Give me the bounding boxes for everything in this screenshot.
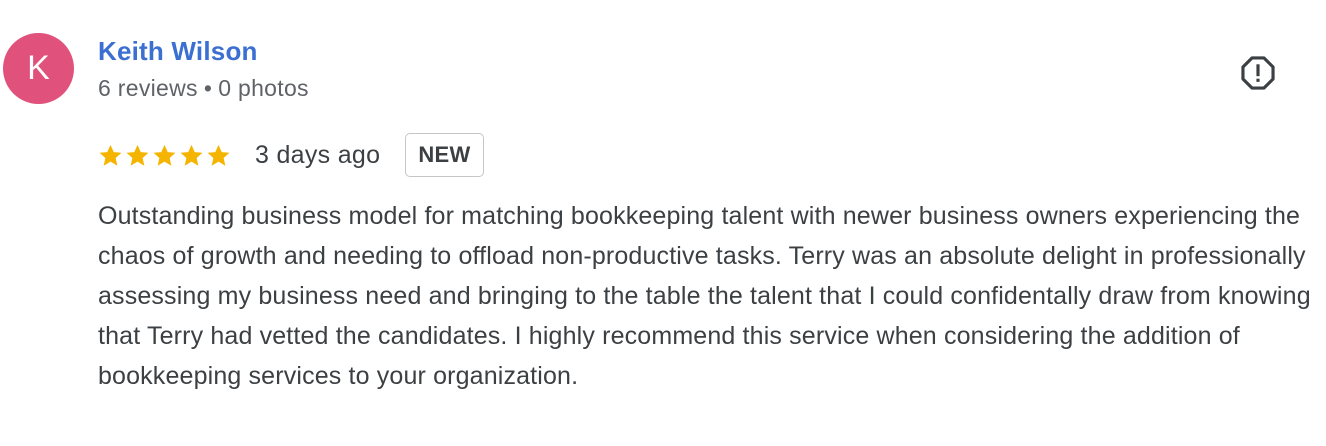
- review-meta: 3 days ago NEW: [98, 131, 484, 179]
- star-icon: [179, 143, 204, 168]
- star-rating: [98, 143, 231, 168]
- reviews-count: 6 reviews: [98, 75, 198, 101]
- stats-separator: •: [203, 75, 213, 101]
- star-icon: [206, 143, 231, 168]
- star-icon: [125, 143, 150, 168]
- star-icon: [152, 143, 177, 168]
- review-time: 3 days ago: [255, 140, 381, 169]
- review-card: K Keith Wilson 6 reviews • 0 photos 3 days…: [0, 0, 1326, 446]
- star-icon: [98, 143, 123, 168]
- photos-count: 0 photos: [218, 75, 309, 101]
- reviewer-stats: 6 reviews • 0 photos: [98, 73, 309, 103]
- new-badge: NEW: [405, 133, 484, 177]
- avatar-initial: K: [27, 49, 50, 87]
- review-text: Outstanding business model for matching …: [98, 202, 1311, 390]
- reviewer-name-link[interactable]: Keith Wilson: [98, 34, 258, 68]
- report-review-button[interactable]: [1238, 53, 1278, 93]
- report-flag-icon: [1241, 56, 1275, 90]
- avatar[interactable]: K: [3, 33, 74, 104]
